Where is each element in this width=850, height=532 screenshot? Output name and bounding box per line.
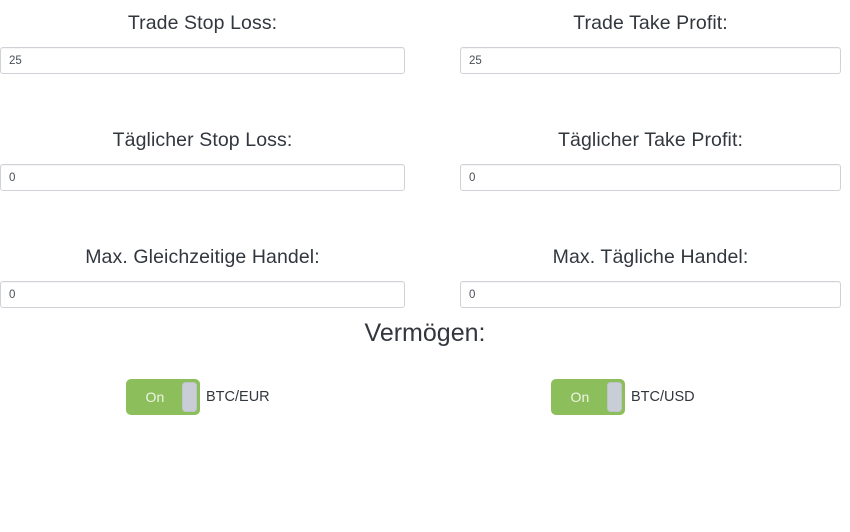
asset-toggles-row: On BTC/EUR On BTC/USD <box>0 348 850 415</box>
label-daily-take-profit: Täglicher Take Profit: <box>557 129 743 151</box>
toggle-switch-btc-eur[interactable]: On <box>126 379 200 415</box>
field-group-trade-take-profit: Trade Take Profit: <box>425 0 850 74</box>
label-daily-stop-loss: Täglicher Stop Loss: <box>112 129 293 151</box>
field-group-daily-stop-loss: Täglicher Stop Loss: <box>0 117 425 191</box>
toggle-state-label-btc-eur: On <box>145 389 165 405</box>
asset-toggle-cell-btc-usd: On BTC/USD <box>425 379 850 415</box>
label-max-concurrent-trades: Max. Gleichzeitige Handel: <box>85 246 320 268</box>
trading-settings-form: Trade Stop Loss: Trade Take Profit: Tägl… <box>0 0 850 308</box>
input-daily-stop-loss[interactable] <box>0 164 405 191</box>
field-group-daily-take-profit: Täglicher Take Profit: <box>425 117 850 191</box>
input-trade-take-profit[interactable] <box>460 47 841 74</box>
toggle-switch-btc-usd[interactable]: On <box>551 379 625 415</box>
input-daily-take-profit[interactable] <box>460 164 841 191</box>
field-group-max-daily-trades: Max. Tägliche Handel: <box>425 234 850 308</box>
asset-toggle-cell-btc-eur: On BTC/EUR <box>0 379 425 415</box>
asset-pair-label-btc-usd: BTC/USD <box>631 389 695 405</box>
input-trade-stop-loss[interactable] <box>0 47 405 74</box>
toggle-state-label-btc-usd: On <box>570 389 590 405</box>
input-max-daily-trades[interactable] <box>460 281 841 308</box>
input-max-concurrent-trades[interactable] <box>0 281 405 308</box>
field-group-max-concurrent-trades: Max. Gleichzeitige Handel: <box>0 234 425 308</box>
label-max-daily-trades: Max. Tägliche Handel: <box>552 246 749 268</box>
asset-pair-label-btc-eur: BTC/EUR <box>206 389 270 405</box>
field-group-trade-stop-loss: Trade Stop Loss: <box>0 0 425 74</box>
toggle-handle-icon-btc-usd[interactable] <box>607 382 622 412</box>
row-spacer-2 <box>0 191 850 234</box>
toggle-handle-icon-btc-eur[interactable] <box>182 382 197 412</box>
assets-section-heading: Vermögen: <box>364 319 486 347</box>
label-trade-take-profit: Trade Take Profit: <box>573 12 728 34</box>
label-trade-stop-loss: Trade Stop Loss: <box>127 12 278 34</box>
row-spacer-1 <box>0 74 850 117</box>
